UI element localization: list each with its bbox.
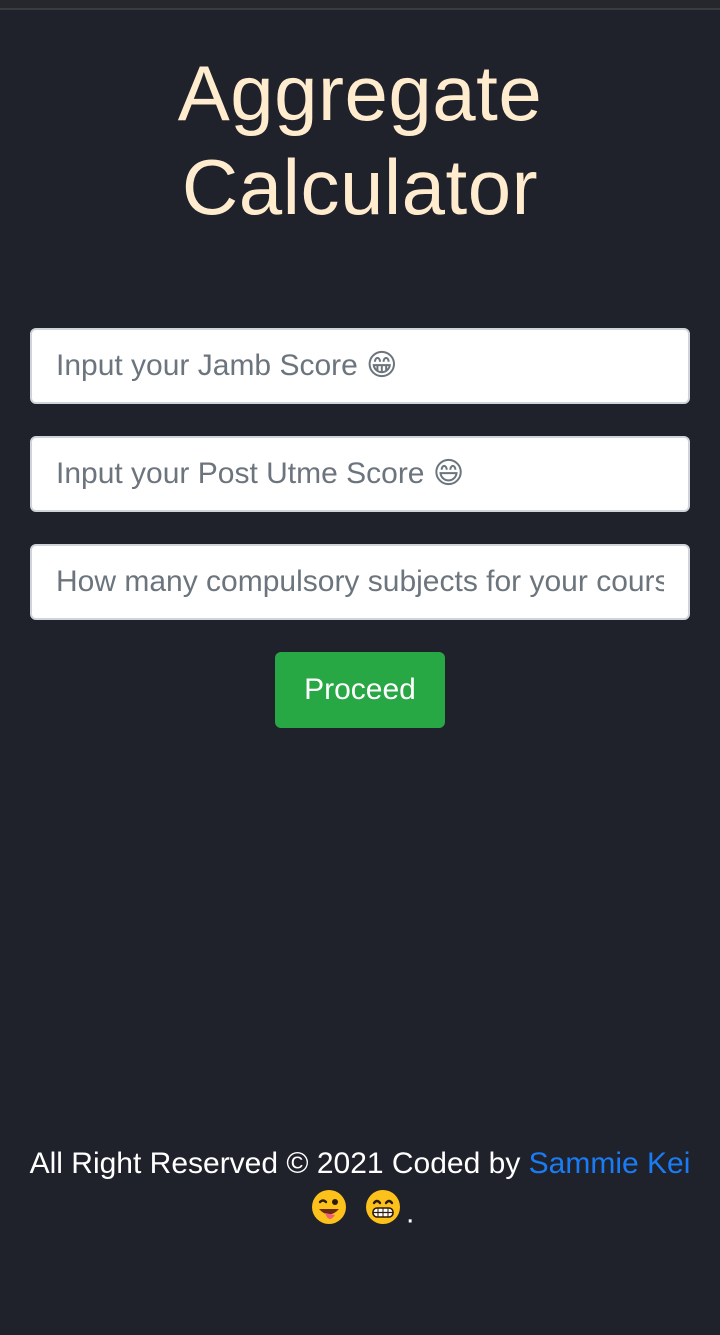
footer: All Right Reserved © 2021 Coded by Sammi… <box>0 1140 720 1241</box>
footer-text: All Right Reserved © 2021 Coded by <box>29 1147 521 1180</box>
winking-tongue-emoji-icon <box>310 1188 348 1241</box>
proceed-button[interactable]: Proceed <box>275 652 445 728</box>
footer-period: . <box>406 1196 415 1230</box>
author-link[interactable]: Sammie Kei <box>529 1147 691 1180</box>
compulsory-subjects-input[interactable] <box>30 544 690 620</box>
page-title: Aggregate Calculator <box>177 49 543 231</box>
grinning-emoji-icon <box>364 1188 402 1241</box>
post-utme-score-input[interactable] <box>30 436 690 512</box>
top-browser-strip <box>0 0 720 10</box>
jamb-score-input[interactable] <box>30 328 690 404</box>
